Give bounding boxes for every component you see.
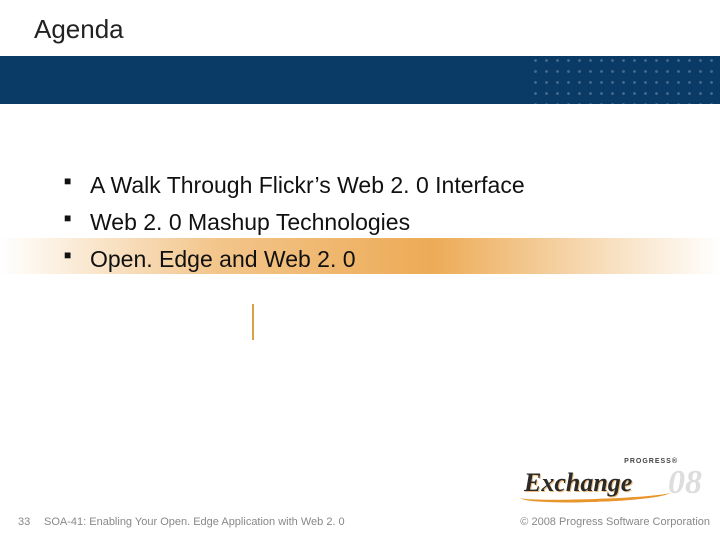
agenda-item: A Walk Through Flickr’s Web 2. 0 Interfa…	[64, 170, 664, 201]
footer: 33 SOA-41: Enabling Your Open. Edge Appl…	[0, 488, 720, 540]
footer-session-title: SOA-41: Enabling Your Open. Edge Applica…	[44, 516, 345, 528]
cursor-mark	[252, 304, 254, 340]
agenda-item: Web 2. 0 Mashup Technologies	[64, 207, 664, 238]
page-number: 33	[18, 516, 30, 528]
agenda-item: Open. Edge and Web 2. 0	[64, 244, 664, 275]
agenda-list: A Walk Through Flickr’s Web 2. 0 Interfa…	[64, 170, 664, 281]
footer-copyright: © 2008 Progress Software Corporation	[520, 516, 710, 528]
slide: Agenda A Walk Through Flickr’s Web 2. 0 …	[0, 0, 720, 540]
header-blue-band	[0, 56, 720, 104]
header-dot-pattern	[530, 0, 720, 104]
